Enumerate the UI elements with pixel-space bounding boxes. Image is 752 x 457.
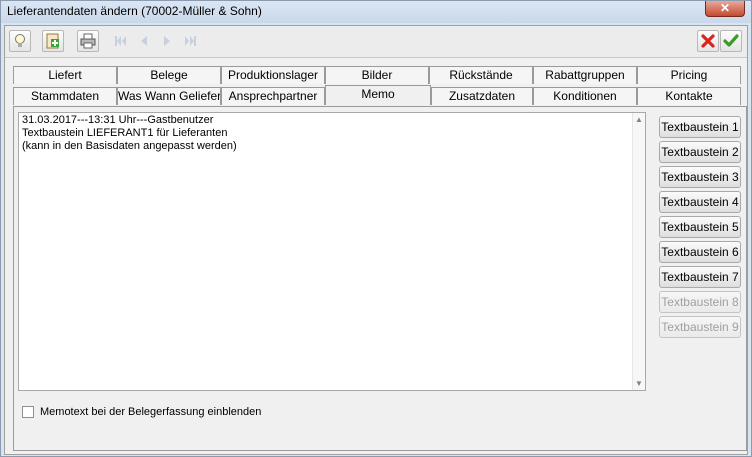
toolbar — [5, 26, 747, 58]
first-record-button[interactable] — [110, 30, 132, 52]
next-record-icon — [164, 36, 170, 46]
memo-on-document-checkbox-row[interactable]: Memotext bei der Belegerfassung einblend… — [22, 406, 261, 418]
confirm-icon — [723, 34, 739, 47]
add-document-icon — [46, 33, 59, 49]
hint-bulb-button[interactable] — [9, 30, 31, 52]
cancel-button[interactable] — [697, 30, 719, 52]
next-record-button[interactable] — [156, 30, 178, 52]
previous-record-button[interactable] — [133, 30, 155, 52]
tab-kontakte[interactable]: Kontakte — [637, 87, 741, 105]
tab-memo[interactable]: Memo — [325, 85, 431, 105]
last-record-button[interactable] — [179, 30, 201, 52]
textbaustein-1-button[interactable]: Textbaustein 1 — [659, 116, 741, 138]
scroll-up-icon[interactable]: ▲ — [635, 115, 643, 124]
textbaustein-4-button[interactable]: Textbaustein 4 — [659, 191, 741, 213]
add-document-button[interactable] — [42, 30, 64, 52]
textbaustein-3-button[interactable]: Textbaustein 3 — [659, 166, 741, 188]
cancel-icon — [701, 34, 715, 48]
scroll-down-icon[interactable]: ▼ — [635, 379, 643, 388]
hint-bulb-icon — [15, 34, 25, 47]
last-record-icon — [185, 36, 196, 46]
dialog-window: Lieferantendaten ändern (70002-Müller & … — [0, 0, 752, 457]
window-title: Lieferantendaten ändern (70002-Müller & … — [7, 4, 262, 18]
textbaustein-2-button[interactable]: Textbaustein 2 — [659, 141, 741, 163]
tab-konditionen[interactable]: Konditionen — [533, 87, 637, 105]
tab-produktionslager[interactable]: Produktionslager — [221, 66, 325, 84]
tab-rabattgruppen[interactable]: Rabattgruppen — [533, 66, 637, 84]
textbaustein-9-button: Textbaustein 9 — [659, 316, 741, 338]
title-bar: Lieferantendaten ändern (70002-Müller & … — [1, 1, 751, 23]
memo-on-document-label: Memotext bei der Belegerfassung einblend… — [40, 406, 262, 418]
previous-record-icon — [141, 36, 147, 46]
memo-panel: 31.03.2017---13:31 Uhr---Gastbenutzer Te… — [13, 106, 747, 451]
tab-belege[interactable]: Belege — [117, 66, 221, 84]
tab-stammdaten[interactable]: Stammdaten — [13, 87, 117, 105]
tab-was-wann-geliefert[interactable]: Was Wann Geliefert — [117, 87, 221, 105]
tab-zusatzdaten[interactable]: Zusatzdaten — [431, 87, 533, 105]
textbaustein-7-button[interactable]: Textbaustein 7 — [659, 266, 741, 288]
memo-text[interactable]: 31.03.2017---13:31 Uhr---Gastbenutzer Te… — [22, 114, 631, 153]
tab-rueckstaende[interactable]: Rückstände — [429, 66, 533, 84]
tab-bilder[interactable]: Bilder — [325, 66, 429, 84]
tab-liefert[interactable]: Liefert — [13, 66, 117, 84]
confirm-button[interactable] — [720, 30, 742, 52]
print-icon — [80, 33, 96, 49]
memo-textarea[interactable]: 31.03.2017---13:31 Uhr---Gastbenutzer Te… — [18, 112, 646, 391]
memo-on-document-checkbox[interactable] — [22, 406, 34, 418]
textbaustein-8-button: Textbaustein 8 — [659, 291, 741, 313]
textbaustein-5-button[interactable]: Textbaustein 5 — [659, 216, 741, 238]
memo-scrollbar[interactable]: ▲ ▼ — [632, 113, 645, 390]
client-area: Liefert Belege Produktionslager Bilder R… — [4, 25, 748, 455]
tab-pricing[interactable]: Pricing — [637, 66, 741, 84]
tab-ansprechpartner[interactable]: Ansprechpartner — [221, 87, 325, 105]
print-button[interactable] — [77, 30, 99, 52]
window-close-button[interactable]: ✕ — [705, 1, 745, 17]
first-record-icon — [115, 36, 126, 46]
textbaustein-6-button[interactable]: Textbaustein 6 — [659, 241, 741, 263]
